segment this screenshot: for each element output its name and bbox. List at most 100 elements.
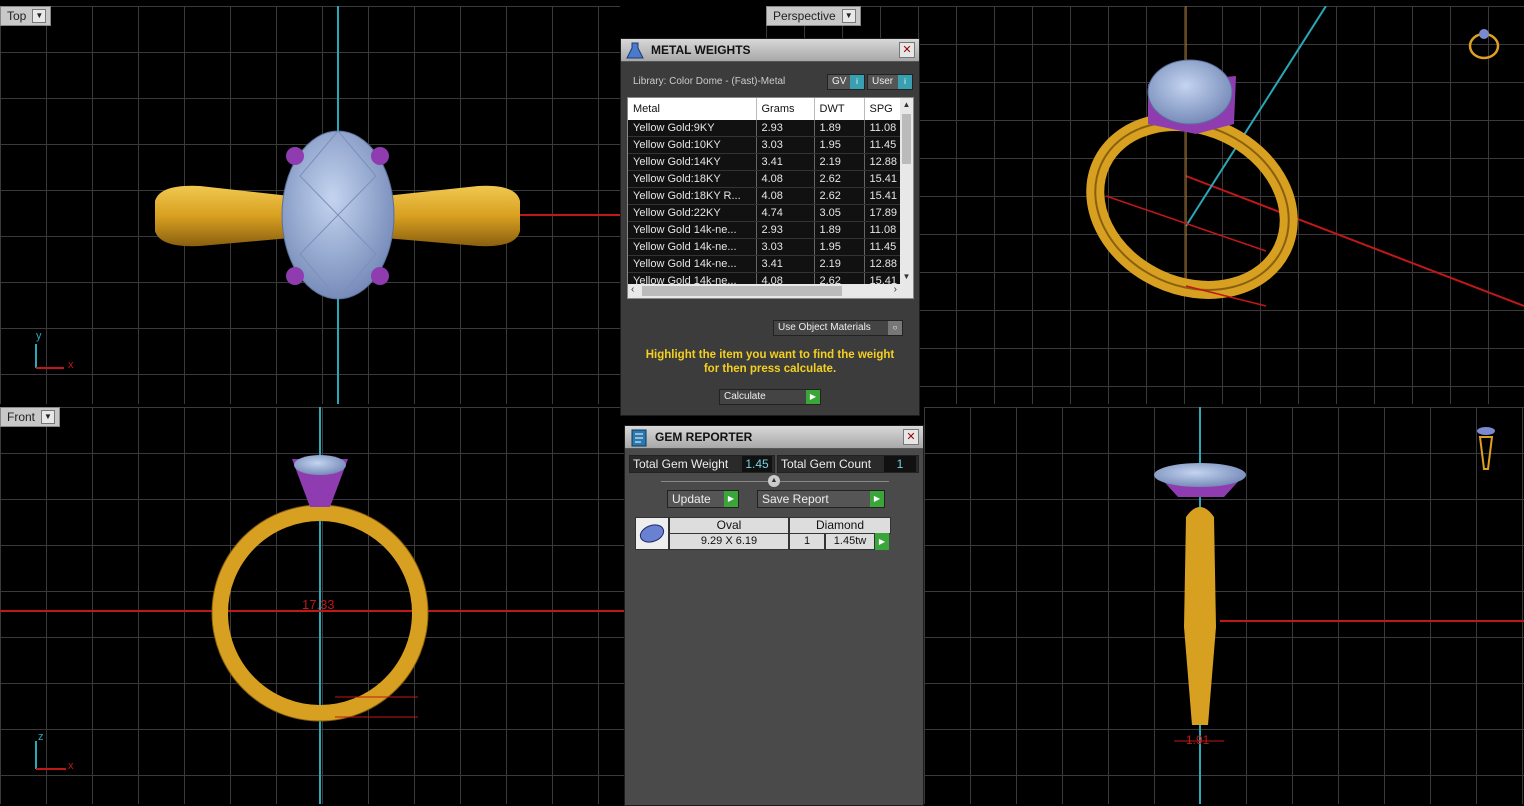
grams-value: 2.93 bbox=[756, 221, 815, 239]
calculate-label: Calculate bbox=[724, 391, 766, 402]
metal-weights-titlebar[interactable]: METAL WEIGHTS bbox=[621, 39, 919, 62]
save-report-label: Save Report bbox=[762, 492, 829, 506]
metal-table-header: Metal Grams DWT SPG bbox=[628, 98, 901, 120]
dwt-value: 1.89 bbox=[814, 221, 865, 239]
right-dimension-label: 1.91 bbox=[1186, 733, 1210, 747]
calculate-button[interactable]: Calculate ▶ bbox=[719, 389, 821, 405]
close-icon[interactable]: ✕ bbox=[899, 42, 915, 58]
scroll-thumb-h[interactable] bbox=[642, 286, 842, 296]
use-object-materials-toggle[interactable]: Use Object Materials ○ bbox=[773, 320, 903, 336]
dwt-value: 2.62 bbox=[814, 187, 865, 205]
close-icon[interactable]: ✕ bbox=[903, 429, 919, 445]
ring-view-icon bbox=[1468, 29, 1500, 60]
dwt-value: 1.95 bbox=[814, 136, 865, 154]
dwt-value: 3.05 bbox=[814, 204, 865, 222]
axis-x-label: x bbox=[68, 359, 74, 371]
viewport-front[interactable]: Front ▼ 17.33 z x bbox=[0, 407, 624, 804]
scroll-thumb[interactable] bbox=[902, 114, 911, 164]
metal-weights-title: METAL WEIGHTS bbox=[651, 43, 751, 57]
dwt-value: 2.62 bbox=[814, 170, 865, 188]
radio-icon: ○ bbox=[888, 321, 902, 335]
gv-toggle[interactable]: GV i bbox=[827, 74, 865, 90]
user-toggle[interactable]: User i bbox=[867, 74, 913, 90]
dwt-value: 2.19 bbox=[814, 153, 865, 171]
report-icon bbox=[631, 429, 647, 447]
table-row[interactable]: Yellow Gold 14k-ne... 2.93 1.89 11.08 bbox=[628, 221, 901, 239]
top-ring-render bbox=[35, 6, 620, 404]
grams-value: 3.41 bbox=[756, 255, 815, 273]
front-dimension-label: 17.33 bbox=[302, 597, 335, 612]
table-row[interactable]: Yellow Gold 14k-ne... 3.03 1.95 11.45 bbox=[628, 238, 901, 256]
spg-value: 11.45 bbox=[864, 238, 901, 256]
metal-name: Yellow Gold:14KY bbox=[628, 153, 757, 171]
scroll-up-icon[interactable]: ▲ bbox=[900, 98, 913, 112]
calculate-hint: Highlight the item you want to find the … bbox=[645, 349, 895, 375]
dwt-value: 1.89 bbox=[814, 120, 865, 137]
gem-reporter-panel[interactable]: GEM REPORTER ✕ Total Gem Weight 1.45 Tot… bbox=[624, 425, 924, 806]
metal-name: Yellow Gold 14k-ne... bbox=[628, 238, 757, 256]
gem-type: Diamond bbox=[789, 517, 891, 534]
column-header-spg[interactable]: SPG bbox=[864, 98, 901, 120]
collapse-icon[interactable]: ▲ bbox=[768, 475, 780, 487]
scroll-down-icon[interactable]: ▼ bbox=[900, 270, 913, 284]
horizontal-scrollbar[interactable]: ‹ › bbox=[628, 284, 900, 298]
table-row[interactable]: Yellow Gold:10KY 3.03 1.95 11.45 bbox=[628, 136, 901, 154]
spg-value: 12.88 bbox=[864, 153, 901, 171]
update-button[interactable]: Update ▶ bbox=[667, 490, 739, 508]
table-row[interactable]: Yellow Gold:14KY 3.41 2.19 12.88 bbox=[628, 153, 901, 171]
spg-value: 15.41 bbox=[864, 170, 901, 188]
play-icon: ▶ bbox=[870, 491, 884, 507]
grams-value: 2.93 bbox=[756, 120, 815, 137]
spg-value: 11.08 bbox=[864, 120, 901, 137]
table-row[interactable]: Yellow Gold:22KY 4.74 3.05 17.89 bbox=[628, 204, 901, 222]
update-label: Update bbox=[672, 492, 711, 506]
axis-y-label: y bbox=[36, 330, 42, 342]
gem-row[interactable]: Oval Diamond 9.29 X 6.19 1 1.45tw ▶ bbox=[635, 517, 891, 550]
grams-value: 3.03 bbox=[756, 238, 815, 256]
metal-name: Yellow Gold:22KY bbox=[628, 204, 757, 222]
metal-weights-panel[interactable]: METAL WEIGHTS ✕ Library: Color Dome - (F… bbox=[620, 38, 920, 416]
total-gem-count-box: Total Gem Count 1 bbox=[777, 455, 919, 473]
right-ring-render bbox=[1154, 407, 1524, 804]
gem-shape: Oval bbox=[669, 517, 789, 534]
scroll-left-icon[interactable]: ‹ bbox=[631, 284, 634, 295]
metal-table-container[interactable]: Metal Grams DWT SPG Yellow Gold:9KY 2.93 1… bbox=[627, 97, 914, 299]
spg-value: 17.89 bbox=[864, 204, 901, 222]
metal-name: Yellow Gold:18KY R... bbox=[628, 187, 757, 205]
column-header-grams[interactable]: Grams bbox=[756, 98, 815, 120]
grams-value: 3.41 bbox=[756, 153, 815, 171]
total-gem-weight-box: Total Gem Weight 1.45 bbox=[629, 455, 775, 473]
total-gem-weight-label: Total Gem Weight bbox=[633, 457, 729, 471]
spg-value: 12.88 bbox=[864, 255, 901, 273]
gem-count: 1 bbox=[789, 533, 825, 550]
gem-detail-button[interactable]: ▶ bbox=[875, 533, 889, 550]
info-icon: i bbox=[898, 75, 912, 89]
total-gem-weight-value: 1.45 bbox=[742, 456, 772, 472]
table-row[interactable]: Yellow Gold:18KY R... 4.08 2.62 15.41 bbox=[628, 187, 901, 205]
metal-table[interactable]: Metal Grams DWT SPG Yellow Gold:9KY 2.93 1… bbox=[628, 98, 901, 298]
library-label: Library: Color Dome - (Fast)-Metal bbox=[633, 76, 786, 87]
oval-gem-icon bbox=[635, 517, 669, 550]
save-report-button[interactable]: Save Report ▶ bbox=[757, 490, 885, 508]
metal-name: Yellow Gold 14k-ne... bbox=[628, 255, 757, 273]
viewport-right[interactable]: 1.91 bbox=[924, 407, 1524, 804]
grams-value: 4.08 bbox=[756, 170, 815, 188]
metal-name: Yellow Gold 14k-ne... bbox=[628, 221, 757, 239]
spg-value: 11.08 bbox=[864, 221, 901, 239]
table-row[interactable]: Yellow Gold:9KY 2.93 1.89 11.08 bbox=[628, 120, 901, 137]
table-row[interactable]: Yellow Gold 14k-ne... 3.41 2.19 12.88 bbox=[628, 255, 901, 273]
gem-reporter-title: GEM REPORTER bbox=[655, 430, 753, 444]
scroll-right-icon[interactable]: › bbox=[894, 284, 897, 295]
column-header-metal[interactable]: Metal bbox=[628, 98, 757, 120]
column-header-dwt[interactable]: DWT bbox=[814, 98, 865, 120]
grams-value: 3.03 bbox=[756, 136, 815, 154]
grams-value: 4.74 bbox=[756, 204, 815, 222]
spg-value: 11.45 bbox=[864, 136, 901, 154]
gem-reporter-titlebar[interactable]: GEM REPORTER bbox=[625, 426, 923, 449]
viewport-top[interactable]: Top ▼ y x bbox=[0, 6, 620, 404]
vertical-scrollbar[interactable]: ▲ ▼ bbox=[900, 98, 913, 298]
table-row[interactable]: Yellow Gold:18KY 4.08 2.62 15.41 bbox=[628, 170, 901, 188]
info-icon: i bbox=[850, 75, 864, 89]
user-label: User bbox=[872, 76, 894, 87]
play-icon: ▶ bbox=[724, 491, 738, 507]
